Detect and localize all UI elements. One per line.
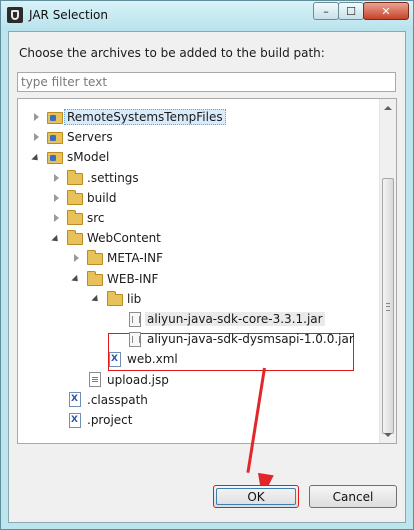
tree-item-label: WebContent	[87, 231, 161, 246]
tree-item-label: META-INF	[107, 251, 164, 266]
dialog-prompt: Choose the archives to be added to the b…	[19, 46, 325, 60]
tree-item[interactable]: WebContent	[50, 228, 161, 248]
expanded-arrow-icon[interactable]	[90, 293, 102, 305]
collapsed-arrow-icon[interactable]	[70, 252, 82, 264]
tree-item[interactable]: .settings	[50, 168, 139, 188]
tree-item-label: src	[87, 211, 105, 225]
dialog-window: JAR Selection – ☐ ✕ Choose the archives …	[0, 0, 414, 530]
dialog-content: Choose the archives to be added to the b…	[8, 31, 406, 523]
expanded-arrow-icon[interactable]	[50, 232, 62, 244]
tree-item[interactable]: WEB-INF	[70, 269, 158, 289]
scroll-down-icon[interactable]	[380, 426, 396, 443]
tree-item[interactable]: Servers	[30, 127, 113, 147]
filter-input[interactable]	[17, 72, 396, 92]
jsp-file-icon	[89, 372, 101, 388]
tree-item[interactable]: .classpath	[50, 390, 148, 410]
tree-item[interactable]: lib	[90, 289, 141, 309]
folder-icon	[67, 210, 83, 225]
tree-item[interactable]: .project	[50, 410, 132, 430]
title-bar[interactable]: JAR Selection – ☐ ✕	[1, 1, 413, 31]
tree-item[interactable]: META-INF	[70, 248, 163, 268]
jar-file-icon	[129, 331, 141, 347]
tree-item-label: .classpath	[87, 392, 148, 407]
tree-vertical-scrollbar[interactable]	[379, 99, 396, 443]
ok-button[interactable]: OK	[213, 485, 299, 508]
project-folder-icon	[47, 132, 63, 145]
folder-icon	[107, 290, 123, 306]
folder-icon	[87, 270, 103, 286]
tree-item-label: aliyun-java-sdk-dysmsapi-1.0.0.jar	[147, 332, 354, 347]
tree-item[interactable]: upload.jsp	[70, 370, 169, 390]
folder-icon	[67, 189, 83, 205]
jar-file-icon	[129, 311, 141, 327]
tree-item-label: .project	[87, 413, 133, 427]
collapsed-arrow-icon[interactable]	[50, 192, 62, 204]
collapsed-arrow-icon[interactable]	[50, 172, 62, 184]
tree-item-label: web.xml	[127, 352, 178, 367]
tree-item[interactable]: aliyun-java-sdk-dysmsapi-1.0.0.jar	[110, 329, 354, 349]
folder-icon	[87, 250, 103, 266]
tree-item[interactable]: src	[50, 208, 105, 228]
xml-file-icon	[69, 412, 81, 428]
tree-item[interactable]: sModel	[30, 147, 109, 167]
folder-icon	[67, 169, 83, 185]
app-icon	[7, 7, 23, 23]
close-button[interactable]: ✕	[363, 2, 409, 20]
tree-item-label: RemoteSystemsTempFiles	[64, 109, 226, 125]
scroll-up-icon[interactable]	[380, 99, 396, 116]
cancel-button[interactable]: Cancel	[309, 485, 397, 508]
project-folder-icon	[47, 152, 63, 165]
maximize-button[interactable]: ☐	[338, 2, 364, 20]
folder-icon	[67, 230, 83, 246]
expanded-arrow-icon[interactable]	[30, 151, 42, 163]
tree-item-label: lib	[127, 291, 142, 306]
window-title: JAR Selection	[29, 8, 108, 22]
tree-item-label: sModel	[67, 150, 110, 165]
xml-file-icon	[109, 351, 121, 367]
tree-item-label: upload.jsp	[107, 372, 169, 387]
tree-item-label: Servers	[67, 130, 113, 145]
archive-tree[interactable]: RemoteSystemsTempFiles Servers sModel .sett…	[17, 98, 397, 444]
tree-item-label: .settings	[87, 170, 139, 185]
collapsed-arrow-icon[interactable]	[30, 131, 42, 143]
collapsed-arrow-icon[interactable]	[30, 111, 42, 123]
expanded-arrow-icon[interactable]	[70, 273, 82, 285]
tree-item[interactable]: build	[50, 188, 117, 208]
tree-item-label: WEB-INF	[107, 271, 159, 286]
minimize-button[interactable]: –	[313, 2, 339, 20]
scroll-thumb[interactable]	[382, 178, 394, 434]
tree-item[interactable]: web.xml	[90, 349, 178, 369]
tree-item[interactable]: RemoteSystemsTempFiles	[30, 107, 226, 127]
collapsed-arrow-icon[interactable]	[50, 212, 62, 224]
xml-file-icon	[69, 392, 81, 408]
project-folder-icon	[47, 112, 63, 124]
tree-item[interactable]: aliyun-java-sdk-core-3.3.1.jar	[110, 309, 325, 329]
tree-item-label: build	[87, 190, 117, 205]
tree-item-label: aliyun-java-sdk-core-3.3.1.jar	[145, 312, 325, 326]
